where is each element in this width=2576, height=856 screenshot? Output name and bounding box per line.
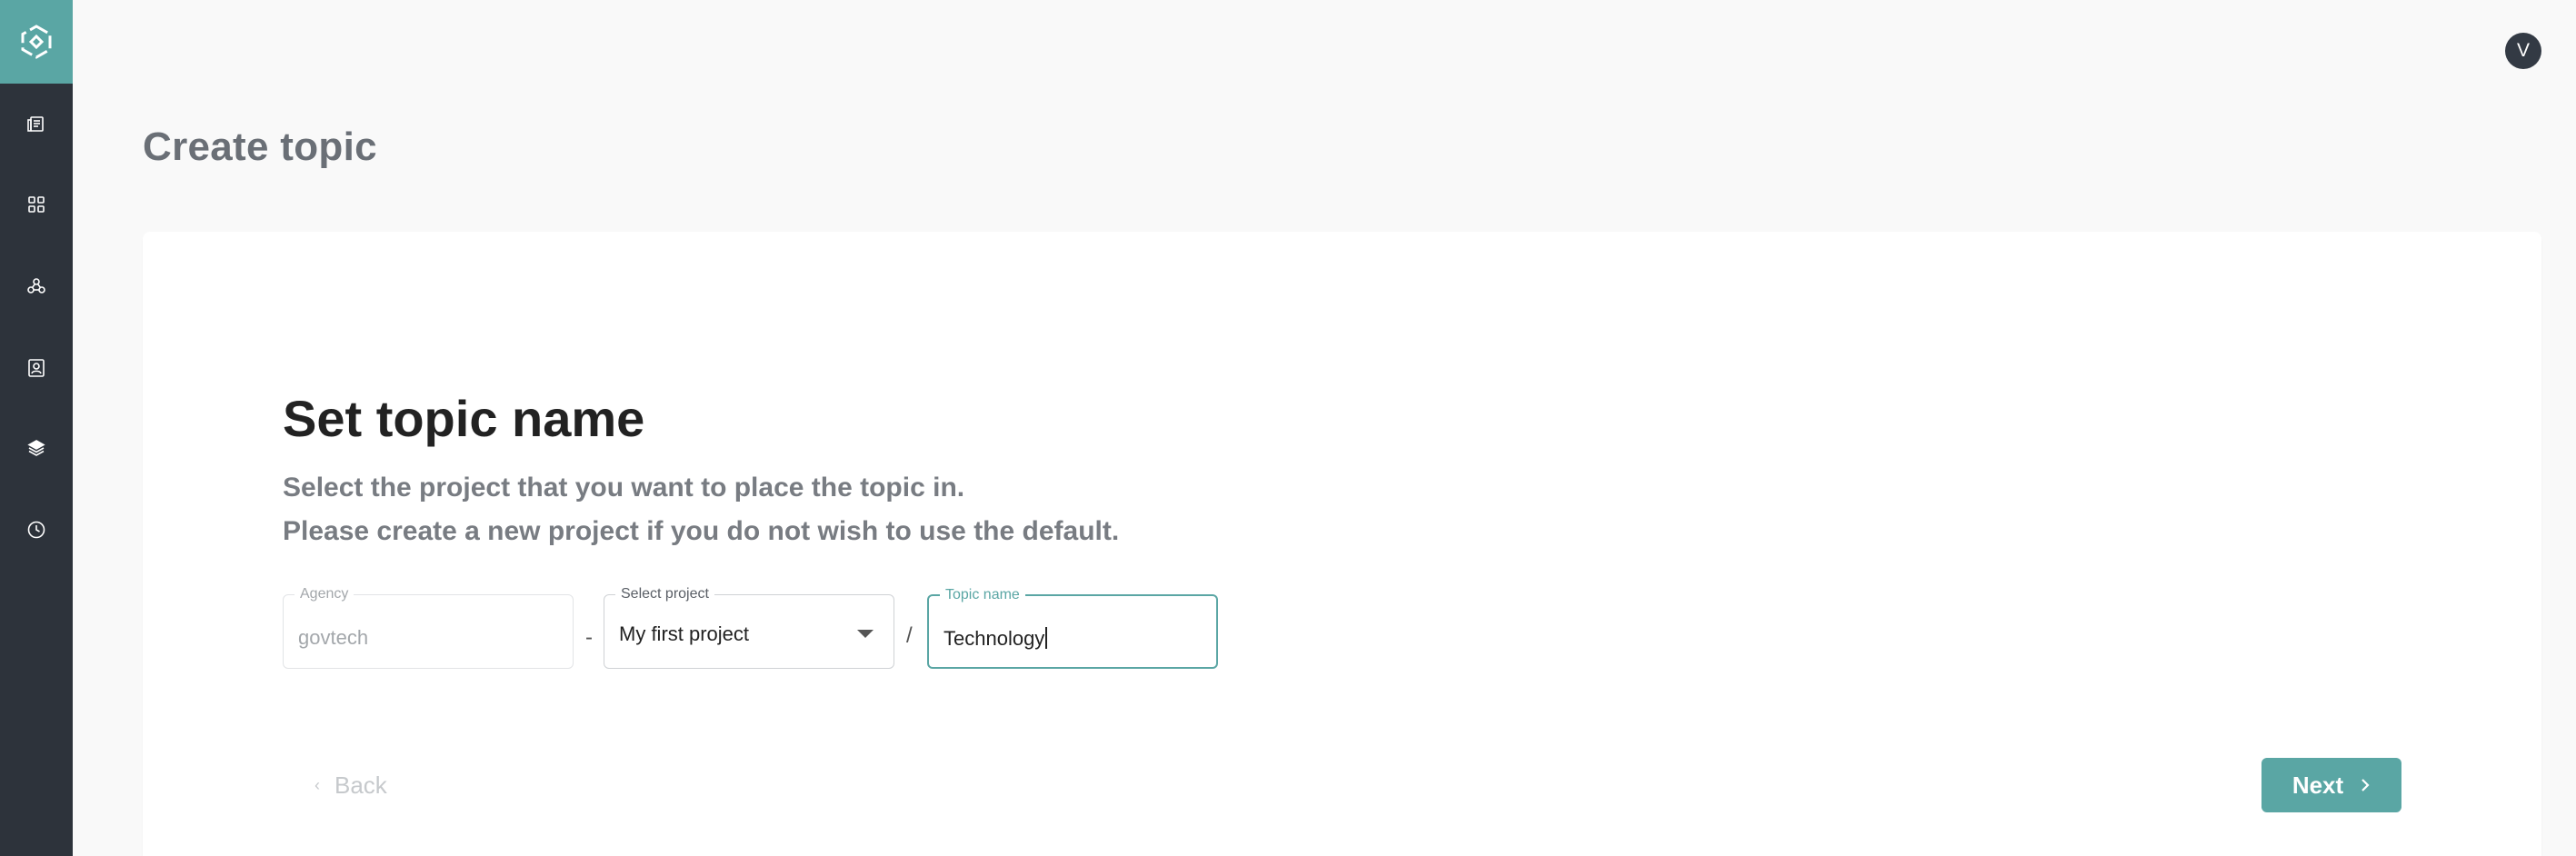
layers-icon bbox=[27, 440, 45, 456]
agency-field: Agency govtech bbox=[283, 585, 574, 669]
topic-name-input[interactable]: Topic name Technology bbox=[927, 586, 1218, 669]
agency-label: Agency bbox=[295, 585, 354, 603]
sidebar-item-dashboard[interactable] bbox=[0, 177, 73, 232]
project-select[interactable]: Select project My first project bbox=[604, 585, 894, 669]
description-line-2: Please create a new project if you do no… bbox=[283, 516, 1120, 546]
sidebar-item-layers[interactable] bbox=[0, 421, 73, 475]
back-label: Back bbox=[334, 771, 387, 799]
sidebar-item-network[interactable] bbox=[0, 259, 73, 314]
avatar-initial: V bbox=[2516, 40, 2530, 61]
text-cursor bbox=[1045, 627, 1047, 649]
chevron-right-icon bbox=[2361, 779, 2370, 791]
sidebar-item-contacts[interactable] bbox=[0, 341, 73, 395]
description-line-1: Select the project that you want to plac… bbox=[283, 473, 965, 503]
contacts-icon bbox=[28, 359, 45, 377]
agency-value: govtech bbox=[298, 626, 369, 649]
dash-separator: - bbox=[585, 625, 593, 650]
sidebar-item-catalog[interactable] bbox=[0, 97, 73, 152]
next-button[interactable]: Next bbox=[2261, 758, 2401, 812]
dashboard-grid-icon bbox=[28, 196, 45, 213]
project-value: My first project bbox=[619, 622, 750, 645]
sidebar bbox=[0, 0, 73, 856]
section-heading: Set topic name bbox=[283, 390, 645, 447]
topic-name-text: Technology bbox=[944, 627, 1045, 650]
page-title: Create topic bbox=[143, 124, 377, 169]
slash-separator: / bbox=[906, 623, 913, 648]
clock-icon bbox=[27, 521, 45, 539]
topic-name-value[interactable]: Technology bbox=[944, 627, 1047, 651]
logo-icon bbox=[21, 25, 52, 59]
back-button[interactable]: ‹ Back bbox=[315, 769, 387, 801]
dropdown-caret-icon[interactable] bbox=[857, 630, 874, 638]
app-logo[interactable] bbox=[0, 0, 73, 84]
user-avatar[interactable]: V bbox=[2505, 33, 2541, 69]
next-label: Next bbox=[2291, 771, 2344, 799]
chevron-left-icon: ‹ bbox=[315, 775, 320, 794]
project-label: Select project bbox=[615, 585, 714, 603]
topic-name-label: Topic name bbox=[940, 586, 1025, 604]
network-nodes-icon bbox=[27, 278, 45, 294]
catalog-icon bbox=[27, 116, 44, 132]
sidebar-item-history[interactable] bbox=[0, 503, 73, 557]
